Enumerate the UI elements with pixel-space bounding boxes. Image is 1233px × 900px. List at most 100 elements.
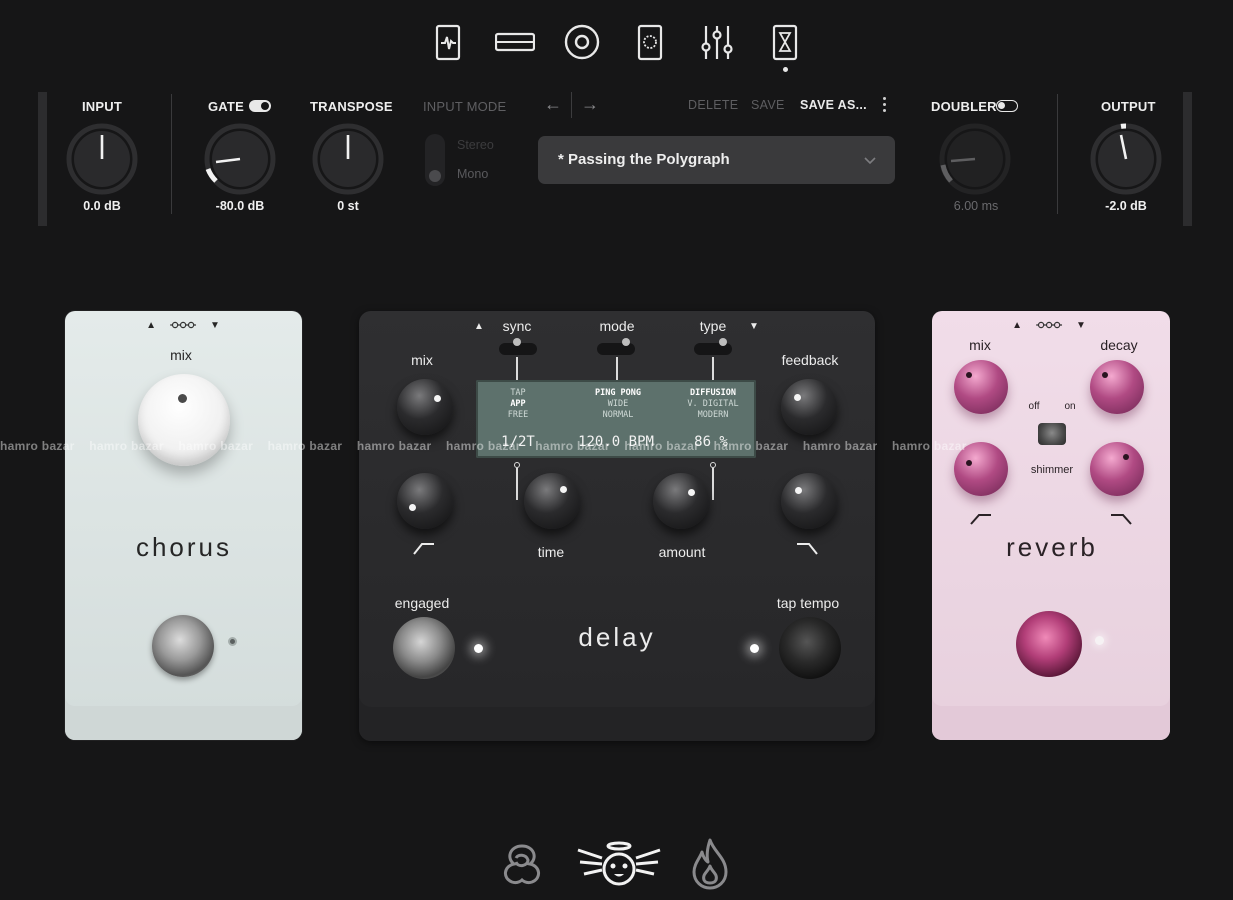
time-connector: [516, 468, 518, 500]
input-mode-label: INPUT MODE: [423, 99, 507, 114]
input-mode-switch[interactable]: [425, 134, 445, 186]
mode-option-wide: WIDE: [607, 399, 629, 409]
delay-mode-label: mode: [599, 318, 635, 334]
delay-engaged-footswitch[interactable]: [393, 617, 455, 679]
amp-icon[interactable]: [630, 22, 670, 62]
delay-engaged-label: engaged: [394, 595, 450, 611]
reverb-mix-label: mix: [969, 337, 991, 353]
shimmer-toggle-switch[interactable]: [1038, 423, 1066, 445]
chorus-title: chorus: [135, 532, 233, 562]
tuner-icon[interactable]: [428, 22, 468, 62]
type-option-modern: MODERN: [697, 410, 729, 420]
delay-mode-switch[interactable]: [597, 338, 635, 355]
reverb-decay-label: decay: [1100, 337, 1138, 353]
amount-connector: [712, 468, 714, 500]
delay-sync-label: sync: [502, 318, 532, 334]
sync-connector: [516, 357, 518, 380]
gate-value: -80.0 dB: [215, 199, 265, 213]
top-nav: [0, 0, 1233, 80]
delay-time-label: time: [537, 544, 565, 560]
delay-mix-knob[interactable]: [397, 379, 453, 435]
delay-amount-label: amount: [658, 544, 706, 560]
reverb-high-cut-knob[interactable]: [1090, 442, 1144, 496]
transpose-knob[interactable]: [310, 121, 386, 197]
chain-link-icon: [170, 322, 196, 329]
delete-preset-button[interactable]: DELETE: [688, 98, 738, 112]
preset-back-arrow[interactable]: ←: [544, 94, 562, 115]
sync-options: TAP APP FREE: [473, 388, 563, 421]
delay-type-switch[interactable]: [694, 338, 732, 355]
delay-tap-tempo-label: tap tempo: [776, 595, 840, 611]
reverb-footswitch[interactable]: [1016, 611, 1082, 677]
low-cut-icon: [970, 514, 991, 525]
chorus-mix-label: mix: [170, 347, 192, 363]
delay-low-cut-knob[interactable]: [397, 473, 453, 529]
chorus-move-up-icon[interactable]: ▲: [146, 320, 156, 331]
mode-option-normal: NORMAL: [602, 410, 634, 420]
flame-icon[interactable]: [680, 836, 740, 892]
high-cut-icon: [1111, 514, 1132, 525]
output-knob[interactable]: [1088, 121, 1164, 197]
active-page-indicator: [783, 67, 788, 72]
delay-time-knob[interactable]: [524, 473, 580, 529]
doubler-knob[interactable]: [937, 121, 1013, 197]
preset-forward-arrow[interactable]: →: [581, 94, 599, 115]
chorus-mix-knob[interactable]: [138, 374, 230, 466]
chorus-move-down-icon[interactable]: ▼: [210, 320, 220, 331]
target-icon[interactable]: [562, 22, 602, 62]
reverb-decay-knob[interactable]: [1090, 360, 1144, 414]
input-mode-stereo[interactable]: Stereo: [457, 138, 494, 152]
delay-sync-switch[interactable]: [499, 338, 537, 355]
input-mode-mono[interactable]: Mono: [457, 167, 488, 181]
sync-option-app: APP: [510, 399, 526, 409]
delay-tap-tempo-footswitch[interactable]: [779, 617, 841, 679]
delay-feedback-knob[interactable]: [781, 379, 837, 435]
delay-move-down-icon[interactable]: ▼: [749, 321, 759, 332]
time-readout: 1/2T: [501, 434, 535, 450]
save-preset-button[interactable]: SAVE: [751, 98, 785, 112]
input-value: 0.0 dB: [83, 199, 121, 213]
delay-title: delay: [578, 622, 656, 652]
save-as-preset-button[interactable]: SAVE AS...: [800, 98, 867, 112]
mode-connector: [616, 357, 618, 380]
reverb-move-down-icon[interactable]: ▼: [1076, 320, 1086, 331]
angel-face-icon[interactable]: [574, 836, 664, 892]
output-value: -2.0 dB: [1105, 199, 1147, 213]
shimmer-label: shimmer: [1030, 464, 1074, 476]
gate-knob[interactable]: [202, 121, 278, 197]
type-connector: [712, 357, 714, 380]
hourglass-icon[interactable]: [765, 22, 805, 62]
mixer-sliders-icon[interactable]: [697, 22, 737, 62]
low-cut-icon: [413, 543, 434, 555]
chorus-order-control: ▲ ▼: [146, 320, 220, 331]
delay-move-up-icon[interactable]: ▲: [474, 321, 484, 332]
delay-mix-label: mix: [411, 352, 433, 368]
doubler-toggle[interactable]: [996, 100, 1018, 112]
delay-tap-led: [750, 644, 759, 653]
preset-nav-divider: [571, 92, 572, 118]
sync-option-free: FREE: [507, 410, 529, 420]
delay-amount-knob[interactable]: [653, 473, 709, 529]
delay-feedback-label: feedback: [781, 352, 839, 368]
type-option-v-digital: V. DIGITAL: [687, 399, 739, 409]
chain-link-icon: [1036, 322, 1062, 329]
input-knob[interactable]: [64, 121, 140, 197]
reverb-mix-knob[interactable]: [954, 360, 1008, 414]
reverb-move-up-icon[interactable]: ▲: [1012, 320, 1022, 331]
delay-high-cut-knob[interactable]: [781, 473, 837, 529]
transpose-label: TRANSPOSE: [310, 99, 393, 114]
more-menu-icon[interactable]: [879, 96, 891, 114]
chorus-footswitch[interactable]: [152, 615, 214, 677]
gate-label: GATE: [208, 99, 244, 114]
eq-bar-icon[interactable]: [495, 22, 535, 62]
chorus-led: [228, 637, 237, 646]
gate-toggle[interactable]: [249, 100, 271, 112]
mode-option-ping-pong: PING PONG: [594, 388, 642, 398]
chevron-down-icon: [864, 157, 876, 165]
preset-dropdown[interactable]: * Passing the Polygraph: [538, 136, 895, 184]
rose-icon[interactable]: [492, 836, 552, 892]
delay-engaged-led: [474, 644, 483, 653]
mode-options: PING PONG WIDE NORMAL: [573, 388, 663, 421]
reverb-low-cut-knob[interactable]: [954, 442, 1008, 496]
shimmer-off-label: off: [1028, 401, 1040, 412]
